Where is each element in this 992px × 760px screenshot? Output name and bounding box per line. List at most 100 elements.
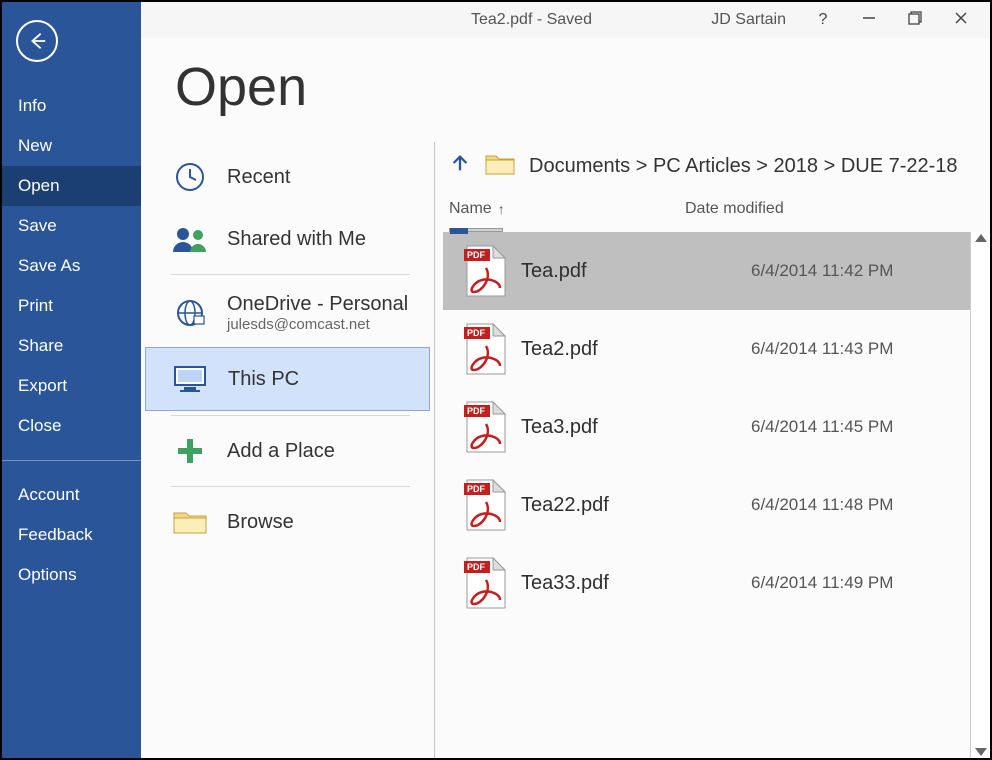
svg-text:PDF: PDF: [467, 250, 486, 260]
svg-text:PDF: PDF: [467, 328, 486, 338]
thispc-icon: [172, 362, 210, 396]
folder-icon: [171, 505, 209, 539]
location-item-browse[interactable]: Browse: [141, 491, 434, 553]
sort-asc-icon: ↑: [498, 201, 505, 217]
up-level-button[interactable]: [449, 150, 471, 182]
location-item-sublabel: julesds@comcast.net: [227, 316, 408, 333]
file-row[interactable]: PDF Tea3.pdf6/4/2014 11:45 PM: [443, 388, 970, 466]
page-title: Open: [175, 56, 990, 118]
sidebar-item-export[interactable]: Export: [2, 366, 141, 406]
location-item-shared-with-me[interactable]: Shared with Me: [141, 208, 434, 270]
file-name: Tea3.pdf: [521, 416, 751, 439]
sidebar-item-print[interactable]: Print: [2, 286, 141, 326]
column-header-name[interactable]: Name: [449, 200, 492, 218]
scroll-down-icon[interactable]: [975, 748, 987, 756]
pdf-file-icon: PDF: [451, 556, 521, 610]
sidebar-item-label: Open: [18, 176, 60, 195]
sidebar-item-label: Account: [18, 485, 79, 504]
svg-text:PDF: PDF: [467, 562, 486, 572]
sidebar-item-label: Save As: [18, 256, 80, 275]
clock-icon: [171, 160, 209, 194]
location-item-label: Recent: [227, 166, 290, 189]
sidebar-item-label: New: [18, 136, 52, 155]
sidebar-item-save[interactable]: Save: [2, 206, 141, 246]
file-date: 6/4/2014 11:49 PM: [751, 573, 893, 593]
location-item-label: OneDrive - Personal: [227, 293, 408, 316]
file-list: PDFTea.pdf6/4/2014 11:42 PMPDFTea2.pdf6/…: [443, 232, 970, 758]
sidebar-item-label: Print: [18, 296, 53, 315]
restore-icon: [908, 11, 922, 25]
help-button[interactable]: ?: [814, 11, 832, 29]
arrow-up-icon: [449, 150, 471, 176]
location-item-this-pc[interactable]: This PC: [145, 347, 430, 411]
file-date: 6/4/2014 11:48 PM: [751, 495, 893, 515]
location-item-label: Shared with Me: [227, 228, 366, 251]
sidebar-item-info[interactable]: Info: [2, 86, 141, 126]
column-resize-slider[interactable]: [449, 228, 503, 232]
pdf-file-icon: PDF: [451, 400, 521, 454]
file-date: 6/4/2014 11:43 PM: [751, 339, 893, 359]
pdf-file-icon: PDF: [451, 244, 521, 298]
minimize-button[interactable]: [860, 11, 878, 30]
column-header-date[interactable]: Date modified: [685, 200, 990, 218]
sidebar-item-label: Info: [18, 96, 46, 115]
main-content: Tea2.pdf - Saved JD Sartain ? Open Recen…: [141, 2, 990, 758]
location-item-recent[interactable]: Recent: [141, 146, 434, 208]
sidebar-item-account[interactable]: Account: [2, 475, 141, 515]
back-button[interactable]: [16, 20, 58, 62]
sidebar-item-new[interactable]: New: [2, 126, 141, 166]
sidebar-item-open[interactable]: Open: [2, 166, 141, 206]
folder-icon: [485, 151, 515, 181]
onedrive-icon: [171, 296, 209, 330]
pdf-file-icon: PDF: [451, 478, 521, 532]
plus-icon: [171, 434, 209, 468]
close-window-button[interactable]: [952, 11, 970, 30]
svg-text:PDF: PDF: [467, 406, 486, 416]
titlebar: Tea2.pdf - Saved JD Sartain ?: [141, 2, 990, 38]
svg-text:PDF: PDF: [467, 484, 486, 494]
file-row[interactable]: PDF Tea33.pdf6/4/2014 11:49 PM: [443, 544, 970, 622]
file-date: 6/4/2014 11:42 PM: [751, 261, 893, 281]
sidebar-item-label: Close: [18, 416, 61, 435]
scrollbar[interactable]: [970, 232, 990, 758]
backstage-sidebar: Info New Open Save Save As Print Share Export Cl…: [2, 2, 141, 758]
file-name: Tea2.pdf: [521, 338, 751, 361]
location-divider: [171, 274, 410, 275]
breadcrumb: Documents > PC Articles > 2018 > DUE 7-2…: [443, 142, 990, 200]
file-name: Tea.pdf: [521, 260, 751, 283]
file-pane: Documents > PC Articles > 2018 > DUE 7-2…: [435, 142, 990, 758]
locations-panel: Recent Shared with Me OneDrive - Personalj…: [141, 142, 435, 758]
sidebar-item-label: Share: [18, 336, 63, 355]
file-row[interactable]: PDF Tea2.pdf6/4/2014 11:43 PM: [443, 310, 970, 388]
sidebar-divider: [2, 460, 141, 461]
location-item-label: This PC: [228, 368, 299, 391]
close-icon: [954, 11, 968, 25]
file-date: 6/4/2014 11:45 PM: [751, 417, 893, 437]
sidebar-item-label: Export: [18, 376, 67, 395]
location-item-add-a-place[interactable]: Add a Place: [141, 420, 434, 482]
pdf-file-icon: PDF: [451, 322, 521, 376]
location-divider: [171, 415, 410, 416]
location-item-label: Browse: [227, 511, 294, 534]
sidebar-item-label: Options: [18, 565, 77, 584]
breadcrumb-path[interactable]: Documents > PC Articles > 2018 > DUE 7-2…: [529, 155, 958, 178]
sidebar-item-options[interactable]: Options: [2, 555, 141, 595]
file-name: Tea22.pdf: [521, 494, 751, 517]
user-name[interactable]: JD Sartain: [711, 11, 786, 29]
sidebar-item-label: Save: [18, 216, 57, 235]
restore-button[interactable]: [906, 11, 924, 30]
sidebar-item-save-as[interactable]: Save As: [2, 246, 141, 286]
location-item-onedrive-personal[interactable]: OneDrive - Personaljulesds@comcast.net: [141, 279, 434, 347]
file-row[interactable]: PDF Tea22.pdf6/4/2014 11:48 PM: [443, 466, 970, 544]
scroll-up-icon[interactable]: [975, 234, 987, 242]
column-headers: Name ↑ Date modified: [443, 200, 990, 222]
sidebar-item-feedback[interactable]: Feedback: [2, 515, 141, 555]
document-title: Tea2.pdf - Saved: [471, 11, 592, 29]
sidebar-item-label: Feedback: [18, 525, 93, 544]
minimize-icon: [862, 11, 876, 25]
file-name: Tea33.pdf: [521, 572, 751, 595]
file-row[interactable]: PDF Tea.pdf6/4/2014 11:42 PM: [443, 232, 970, 310]
sidebar-item-share[interactable]: Share: [2, 326, 141, 366]
location-divider: [171, 486, 410, 487]
sidebar-item-close[interactable]: Close: [2, 406, 141, 446]
